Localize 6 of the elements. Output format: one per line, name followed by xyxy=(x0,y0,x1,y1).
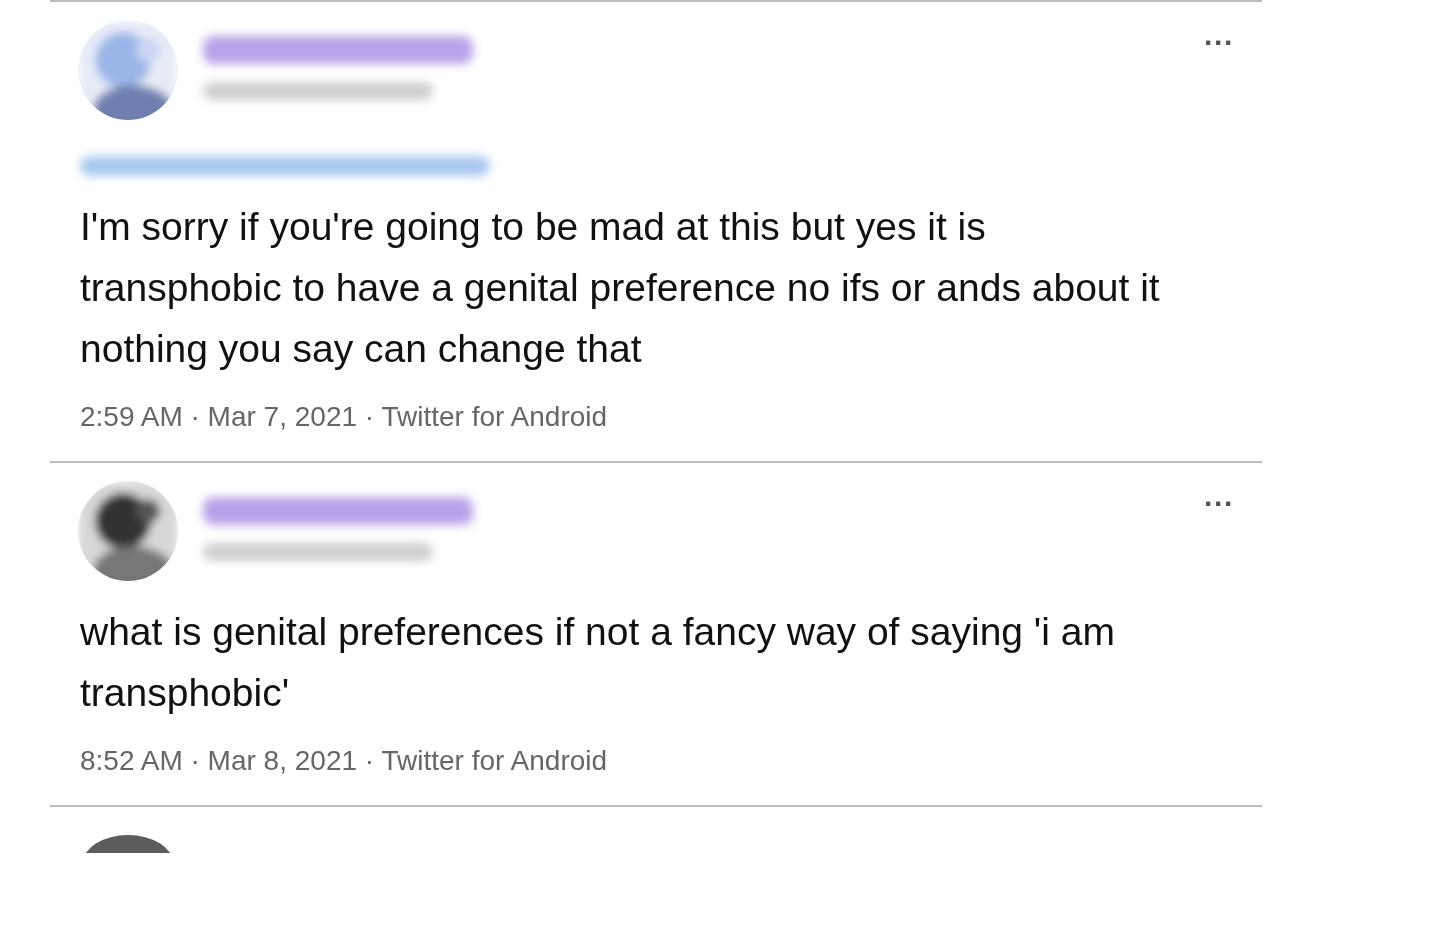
tweet-text: I'm sorry if you're going to be mad at this but yes it is transphobic to have a genital preference no ifs or ands about it nothing you say can change that xyxy=(80,204,1161,372)
tweet-text: what is genital preferences if not a fancy way of saying 'i am transphobic' xyxy=(80,609,1116,716)
more-options[interactable]: ··· xyxy=(1204,481,1234,527)
more-options[interactable]: ··· xyxy=(1204,20,1234,66)
tweet-metadata: 2:59 AM · Mar 7, 2021 · Twitter for Android xyxy=(79,401,609,433)
tweet-metadata: 8:52 AM · Mar 8, 2021 · Twitter for Android xyxy=(79,745,609,777)
